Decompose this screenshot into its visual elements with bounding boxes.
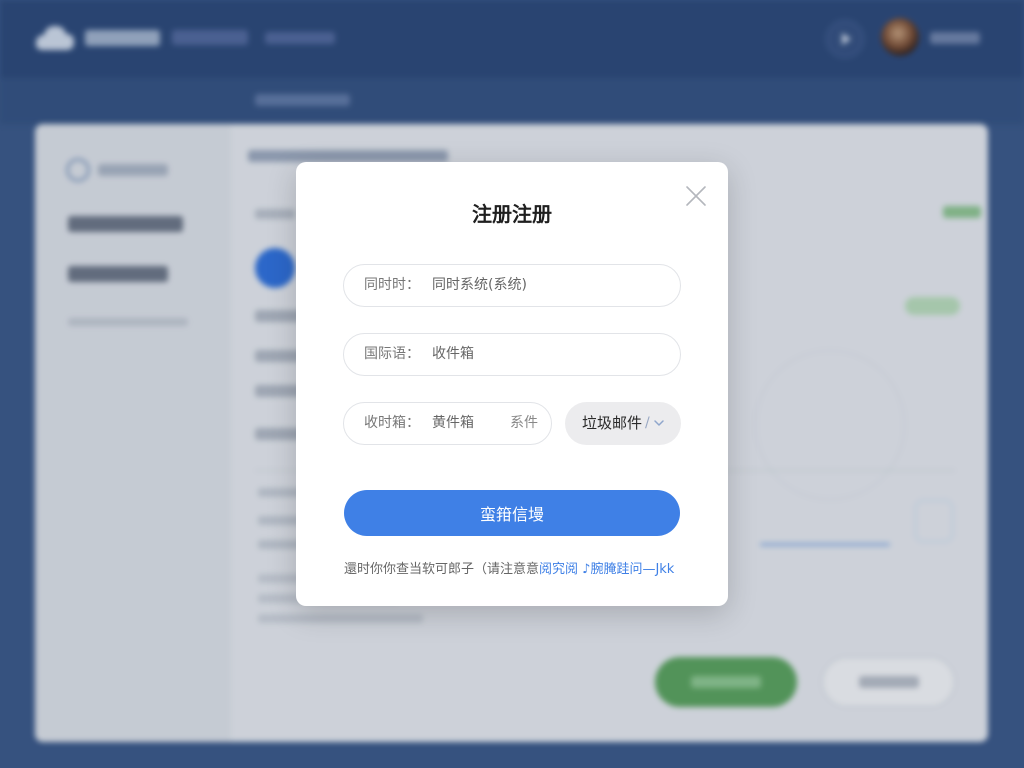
field-label: 同时时： [364,277,420,293]
field-label: 收时箱： [364,415,420,431]
select-separator: / [645,415,650,431]
field-value: 同时系统(系统) [432,277,527,293]
chevron-down-icon [654,420,664,426]
field-value: 收件箱 [432,346,474,362]
field-row-3[interactable]: 收时箱： 黄件箱 系件 [343,402,552,445]
folder-select[interactable]: 垃圾邮件 / [565,402,681,445]
field-row-2[interactable]: 国际语： 收件箱 [343,333,681,376]
field-value: 黄件箱 [432,415,474,431]
dialog-title: 注册注册 [472,202,552,226]
field-extra-value: 系件 [510,415,538,431]
footer-text: 還时你你查当软可郎子（请注意意 [344,562,540,577]
field-label: 国际语： [364,346,420,362]
select-value: 垃圾邮件 [582,414,643,432]
close-icon [686,186,706,206]
footer-link[interactable]: 阅究阅 ♪腕腌跬问—Jkk [539,562,674,577]
submit-button[interactable]: 蛮箝信墁 [344,490,680,536]
field-row-1[interactable]: 同时时： 同时系统(系统) [343,264,681,307]
register-dialog: 注册注册 同时时： 同时系统(系统) 国际语： 收件箱 收时箱： 黄件箱 系件 … [296,162,728,606]
close-button[interactable] [685,185,707,207]
dialog-footer-note: 還时你你查当软可郎子（请注意意阅究阅 ♪腕腌跬问—Jkk [344,561,674,579]
